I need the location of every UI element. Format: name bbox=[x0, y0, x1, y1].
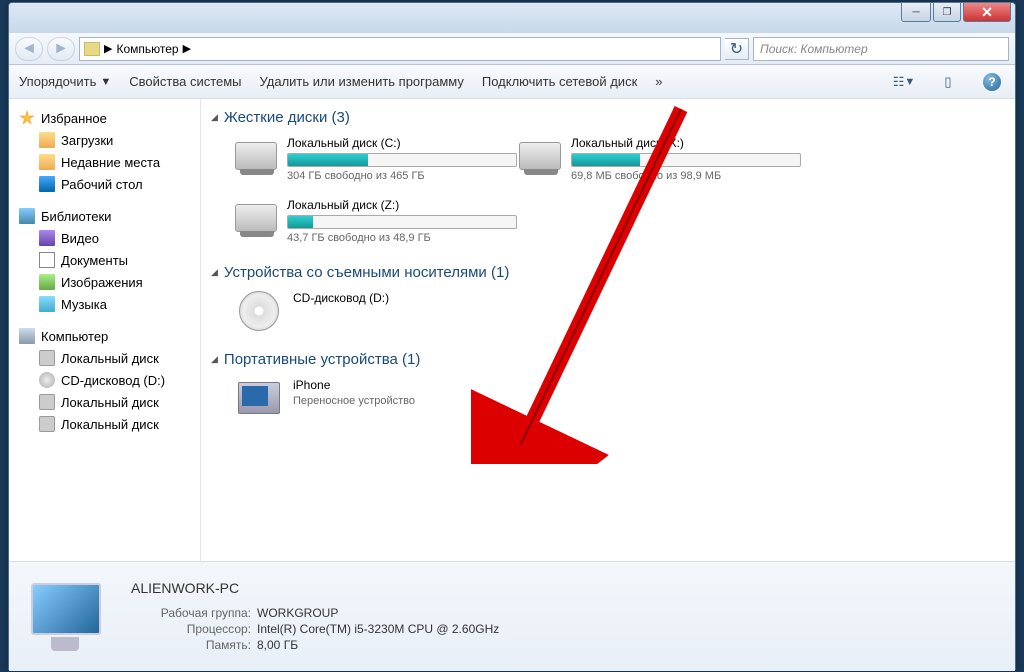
sidebar-computer[interactable]: Компьютер bbox=[9, 325, 200, 347]
forward-button[interactable]: ► bbox=[47, 37, 75, 61]
help-button[interactable]: ? bbox=[979, 71, 1005, 93]
computer-name: ALIENWORK-PC bbox=[131, 580, 499, 596]
drive-icon bbox=[39, 350, 55, 366]
chevron-right-icon: ▶ bbox=[183, 42, 191, 55]
sidebar-item-documents[interactable]: Документы bbox=[9, 249, 200, 271]
computer-image bbox=[25, 579, 115, 655]
toolbar: Упорядочить ▼ Свойства системы Удалить и… bbox=[9, 65, 1015, 99]
toolbar-overflow[interactable]: » bbox=[655, 74, 662, 89]
sidebar: Избранное Загрузки Недавние места Рабочи… bbox=[9, 99, 201, 561]
maximize-button[interactable]: ❐ bbox=[933, 2, 961, 22]
sidebar-item-drive[interactable]: Локальный диск bbox=[9, 413, 200, 435]
drive-cd[interactable]: CD-дисковод (D:) bbox=[229, 285, 509, 337]
refresh-button[interactable]: ↻ bbox=[725, 38, 749, 60]
explorer-window: ─ ❐ ✕ ◄ ► ▶ Компьютер ▶ ↻ Поиск: Компьют… bbox=[8, 2, 1016, 670]
sidebar-item-recent[interactable]: Недавние места bbox=[9, 151, 200, 173]
organize-menu[interactable]: Упорядочить ▼ bbox=[19, 74, 111, 89]
nav-bar: ◄ ► ▶ Компьютер ▶ ↻ Поиск: Компьютер bbox=[9, 33, 1015, 65]
video-icon bbox=[39, 230, 55, 246]
music-icon bbox=[39, 296, 55, 312]
back-button[interactable]: ◄ bbox=[15, 37, 43, 61]
drive-icon bbox=[39, 394, 55, 410]
sidebar-item-drive[interactable]: Локальный диск bbox=[9, 347, 200, 369]
system-properties-button[interactable]: Свойства системы bbox=[129, 74, 241, 89]
hdd-icon bbox=[235, 142, 277, 170]
camera-icon bbox=[238, 382, 280, 414]
address-bar[interactable]: ▶ Компьютер ▶ bbox=[79, 37, 721, 61]
libraries-icon bbox=[19, 208, 35, 224]
search-input[interactable]: Поиск: Компьютер bbox=[753, 37, 1009, 61]
group-portable[interactable]: ◢Портативные устройства (1) bbox=[211, 347, 1005, 372]
sidebar-item-video[interactable]: Видео bbox=[9, 227, 200, 249]
sidebar-item-music[interactable]: Музыка bbox=[9, 293, 200, 315]
titlebar[interactable]: ─ ❐ ✕ bbox=[9, 3, 1015, 33]
breadcrumb[interactable]: Компьютер bbox=[116, 42, 178, 56]
group-removable[interactable]: ◢Устройства со съемными носителями (1) bbox=[211, 260, 1005, 285]
desktop-icon bbox=[39, 176, 55, 192]
star-icon bbox=[19, 110, 35, 126]
folder-icon bbox=[39, 154, 55, 170]
sidebar-item-downloads[interactable]: Загрузки bbox=[9, 129, 200, 151]
cd-icon bbox=[239, 291, 279, 331]
group-hard-drives[interactable]: ◢Жесткие диски (3) bbox=[211, 105, 1005, 130]
view-options-button[interactable]: ☷ ▼ bbox=[891, 71, 917, 93]
drive-z[interactable]: Локальный диск (Z:) 43,7 ГБ свободно из … bbox=[229, 192, 509, 250]
device-iphone[interactable]: iPhone Переносное устройство bbox=[229, 372, 509, 424]
hdd-icon bbox=[519, 142, 561, 170]
document-icon bbox=[39, 252, 55, 268]
sidebar-item-drive[interactable]: Локальный диск bbox=[9, 391, 200, 413]
preview-pane-button[interactable]: ▯ bbox=[935, 71, 961, 93]
sidebar-item-cd[interactable]: CD-дисковод (D:) bbox=[9, 369, 200, 391]
sidebar-item-pictures[interactable]: Изображения bbox=[9, 271, 200, 293]
map-network-drive-button[interactable]: Подключить сетевой диск bbox=[482, 74, 637, 89]
pictures-icon bbox=[39, 274, 55, 290]
sidebar-item-desktop[interactable]: Рабочий стол bbox=[9, 173, 200, 195]
drive-icon bbox=[39, 416, 55, 432]
chevron-right-icon: ▶ bbox=[104, 42, 112, 55]
computer-icon bbox=[84, 42, 100, 56]
details-pane: ALIENWORK-PC Рабочая группа:WORKGROUP Пр… bbox=[9, 561, 1015, 671]
drive-c[interactable]: Локальный диск (C:) 304 ГБ свободно из 4… bbox=[229, 130, 509, 188]
hdd-icon bbox=[235, 204, 277, 232]
computer-icon bbox=[19, 328, 35, 344]
sidebar-favorites[interactable]: Избранное bbox=[9, 107, 200, 129]
main-content: ◢Жесткие диски (3) Локальный диск (C:) 3… bbox=[201, 99, 1015, 561]
close-button[interactable]: ✕ bbox=[963, 2, 1011, 22]
folder-icon bbox=[39, 132, 55, 148]
drive-x[interactable]: Локальный диск (X:) 69,8 МБ свободно из … bbox=[513, 130, 793, 188]
cd-icon bbox=[39, 372, 55, 388]
sidebar-libraries[interactable]: Библиотеки bbox=[9, 205, 200, 227]
minimize-button[interactable]: ─ bbox=[901, 2, 931, 22]
uninstall-program-button[interactable]: Удалить или изменить программу bbox=[260, 74, 464, 89]
